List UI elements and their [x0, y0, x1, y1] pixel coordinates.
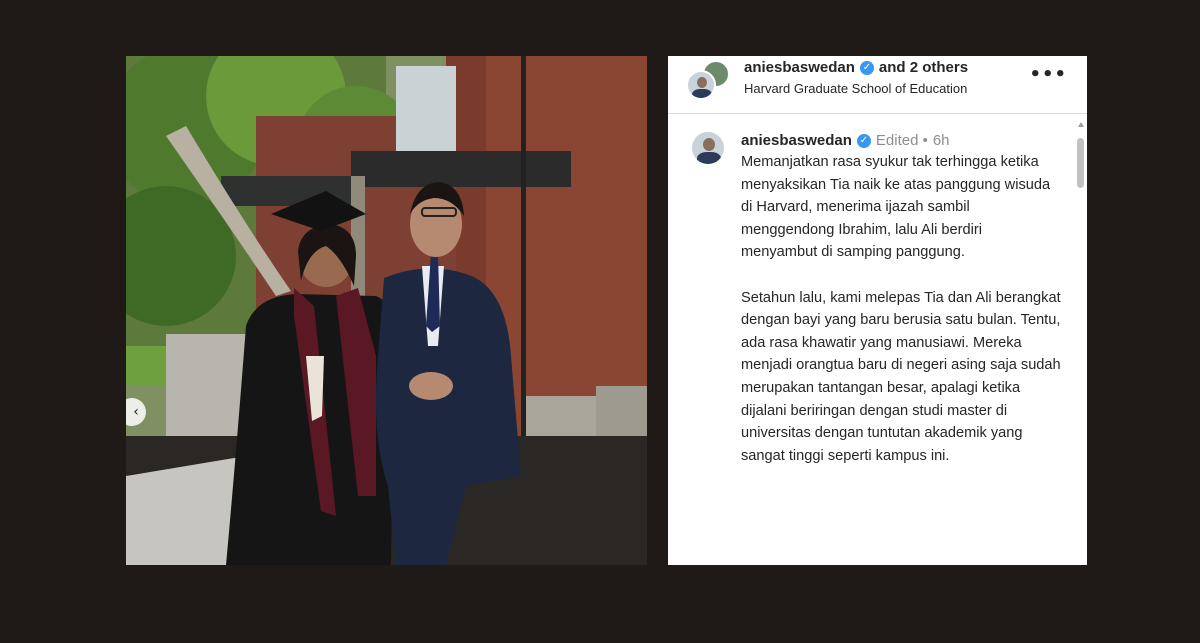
edited-label: Edited • [875, 132, 928, 149]
post-viewer: ‹ aniesbaswedan ✓ and 2 others Harvard G… [126, 56, 1087, 565]
more-options-icon[interactable]: ••• [1029, 64, 1067, 85]
timestamp[interactable]: 6h [933, 132, 950, 149]
avatar [686, 70, 716, 100]
caption-paragraph: Setahun lalu, kami melepas Tia dan Ali b… [741, 289, 1061, 464]
collaborators-link[interactable]: and 2 others [879, 59, 968, 76]
collab-avatars[interactable] [686, 60, 730, 104]
graduation-photo [126, 56, 647, 565]
post-details-panel: aniesbaswedan ✓ and 2 others Harvard Gra… [668, 56, 1087, 565]
post-photo[interactable]: ‹ [126, 56, 647, 565]
caption-text: Memanjatkan rasa syukur tak terhingga ke… [741, 151, 1061, 467]
scroll-up-icon[interactable] [1078, 122, 1084, 127]
panel-divider [647, 56, 668, 565]
caption-paragraph: Memanjatkan rasa syukur tak terhingga ke… [741, 154, 1051, 261]
verified-icon: ✓ [859, 60, 874, 75]
chevron-left-icon: ‹ [133, 404, 139, 420]
caption-scrollbar[interactable] [1075, 122, 1087, 565]
username-link[interactable]: aniesbaswedan [744, 59, 855, 76]
post-caption: aniesbaswedan ✓ Edited • 6h Memanjatkan … [668, 114, 1087, 467]
caption-username[interactable]: aniesbaswedan [741, 132, 852, 149]
caption-header: aniesbaswedan ✓ Edited • 6h [741, 132, 1087, 149]
post-header: aniesbaswedan ✓ and 2 others Harvard Gra… [668, 56, 1087, 114]
scroll-thumb[interactable] [1077, 138, 1084, 188]
verified-icon: ✓ [856, 133, 871, 148]
caption-avatar[interactable] [690, 130, 728, 168]
avatar [690, 130, 726, 166]
